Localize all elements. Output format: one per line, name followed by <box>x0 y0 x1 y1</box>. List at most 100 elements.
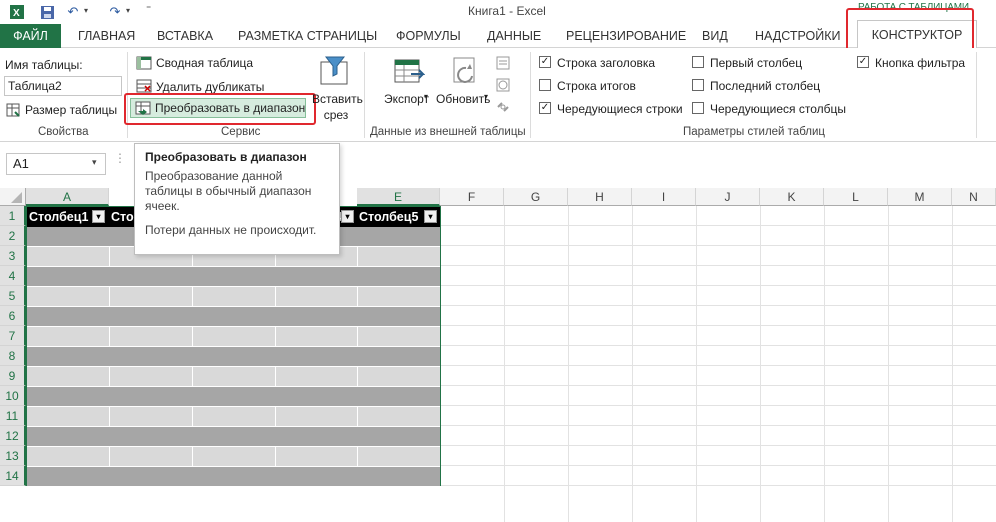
table-name-input[interactable]: Таблица2 <box>4 76 122 96</box>
table-row[interactable] <box>27 347 440 366</box>
banded-rows-checkbox[interactable]: ✓ <box>539 102 551 114</box>
cell-divider <box>275 367 276 386</box>
table-header-cell[interactable]: Столбец5 ▾ <box>357 207 440 227</box>
header-row-checkbox[interactable]: ✓ <box>539 56 551 68</box>
row-header[interactable]: 11 <box>0 406 26 426</box>
filter-dropdown-icon: ▾ <box>92 210 105 223</box>
ribbon-separator <box>530 52 531 138</box>
first-column-checkbox[interactable] <box>692 56 704 68</box>
cell-divider <box>275 267 276 286</box>
column-header[interactable]: F <box>440 188 504 206</box>
open-in-browser-icon[interactable] <box>496 78 510 92</box>
undo-icon[interactable]: ↶ <box>64 3 82 21</box>
table-row[interactable] <box>27 307 440 326</box>
tab-view[interactable]: ВИД <box>702 24 728 48</box>
export-button[interactable]: Экспорт <box>384 92 429 106</box>
tab-page-layout[interactable]: РАЗМЕТКА СТРАНИЦЫ <box>238 24 377 48</box>
cell-divider <box>192 407 193 426</box>
tab-review[interactable]: РЕЦЕНЗИРОВАНИЕ <box>566 24 686 48</box>
grid-line <box>888 206 889 522</box>
last-column-checkbox[interactable] <box>692 79 704 91</box>
cell-divider <box>357 247 358 266</box>
tab-addins[interactable]: НАДСТРОЙКИ <box>755 24 841 48</box>
table-row[interactable] <box>27 327 440 346</box>
row-header[interactable]: 2 <box>0 226 26 246</box>
cell-divider <box>192 287 193 306</box>
export-icon[interactable] <box>393 56 426 88</box>
remove-duplicates-button[interactable]: Удалить дубликаты <box>156 80 264 94</box>
tab-formulas[interactable]: ФОРМУЛЫ <box>396 24 461 48</box>
row-header[interactable]: 1 <box>0 206 26 226</box>
name-box[interactable]: A1 <box>6 153 106 175</box>
tab-home[interactable]: ГЛАВНАЯ <box>78 24 135 48</box>
column-header[interactable]: I <box>632 188 696 206</box>
table-row[interactable] <box>27 267 440 286</box>
cell-divider <box>109 427 110 446</box>
table-row[interactable] <box>27 467 440 486</box>
cell-divider <box>192 307 193 326</box>
cell-divider <box>109 367 110 386</box>
cell-divider <box>275 287 276 306</box>
filter-dropdown-icon: ▾ <box>424 210 437 223</box>
cell-divider <box>275 307 276 326</box>
excel-logo-icon: X <box>8 3 26 21</box>
table-row[interactable] <box>27 387 440 406</box>
row-header[interactable]: 9 <box>0 366 26 386</box>
column-header[interactable]: J <box>696 188 760 206</box>
table-row[interactable] <box>27 447 440 466</box>
row-header[interactable]: 14 <box>0 466 26 486</box>
insert-slicer-label[interactable]: Вставить <box>312 92 363 106</box>
row-header[interactable]: 12 <box>0 426 26 446</box>
table-row[interactable] <box>27 287 440 306</box>
cell-divider <box>357 367 358 386</box>
remove-duplicates-icon <box>136 79 152 93</box>
tab-insert[interactable]: ВСТАВКА <box>157 24 213 48</box>
row-header[interactable]: 6 <box>0 306 26 326</box>
table-header-cell[interactable]: Столбец1 ▾ <box>27 207 109 227</box>
column-header[interactable]: E <box>357 188 440 206</box>
row-header[interactable]: 8 <box>0 346 26 366</box>
redo-icon[interactable]: ↷ <box>106 3 124 21</box>
row-header[interactable]: 13 <box>0 446 26 466</box>
pivot-table-button[interactable]: Сводная таблица <box>156 56 253 70</box>
save-icon[interactable] <box>38 3 56 21</box>
insert-slicer-label-2[interactable]: срез <box>312 108 360 122</box>
resize-table-button[interactable]: Размер таблицы <box>25 103 117 117</box>
select-all-corner[interactable] <box>0 188 26 206</box>
row-header[interactable]: 10 <box>0 386 26 406</box>
grid-line <box>441 485 996 486</box>
table-row[interactable] <box>27 367 440 386</box>
cell-divider <box>357 307 358 326</box>
table-row[interactable] <box>27 427 440 446</box>
column-header[interactable]: M <box>888 188 952 206</box>
row-header[interactable]: 4 <box>0 266 26 286</box>
row-header[interactable]: 5 <box>0 286 26 306</box>
name-box-dropdown-icon[interactable]: ▾ <box>92 157 97 168</box>
total-row-checkbox[interactable] <box>539 79 551 91</box>
refresh-button[interactable]: Обновить <box>436 92 490 106</box>
customize-icon[interactable]: ⁼ <box>146 4 151 15</box>
cell-divider <box>109 307 110 326</box>
table-row[interactable] <box>27 407 440 426</box>
formula-bar-splitter[interactable]: ⋮ <box>114 152 126 173</box>
tab-data[interactable]: ДАННЫЕ <box>487 24 541 48</box>
properties-icon[interactable] <box>496 56 510 70</box>
export-dropdown-icon[interactable]: ▾ <box>424 92 428 101</box>
undo-dropdown-icon[interactable]: ▾ <box>84 6 88 15</box>
redo-dropdown-icon[interactable]: ▾ <box>126 6 130 15</box>
column-header[interactable]: A <box>26 188 109 206</box>
column-header[interactable]: K <box>760 188 824 206</box>
unlink-icon[interactable] <box>496 100 510 114</box>
refresh-icon[interactable] <box>450 56 482 88</box>
banded-columns-checkbox[interactable] <box>692 102 704 114</box>
column-header[interactable]: L <box>824 188 888 206</box>
row-header[interactable]: 7 <box>0 326 26 346</box>
column-header[interactable]: N <box>952 188 996 206</box>
row-header[interactable]: 3 <box>0 246 26 266</box>
tab-file[interactable]: ФАЙЛ <box>0 24 61 48</box>
column-header[interactable]: H <box>568 188 632 206</box>
filter-button-checkbox[interactable]: ✓ <box>857 56 869 68</box>
column-header[interactable]: G <box>504 188 568 206</box>
refresh-dropdown-icon[interactable]: ▾ <box>484 92 488 101</box>
cell-divider <box>109 247 110 266</box>
